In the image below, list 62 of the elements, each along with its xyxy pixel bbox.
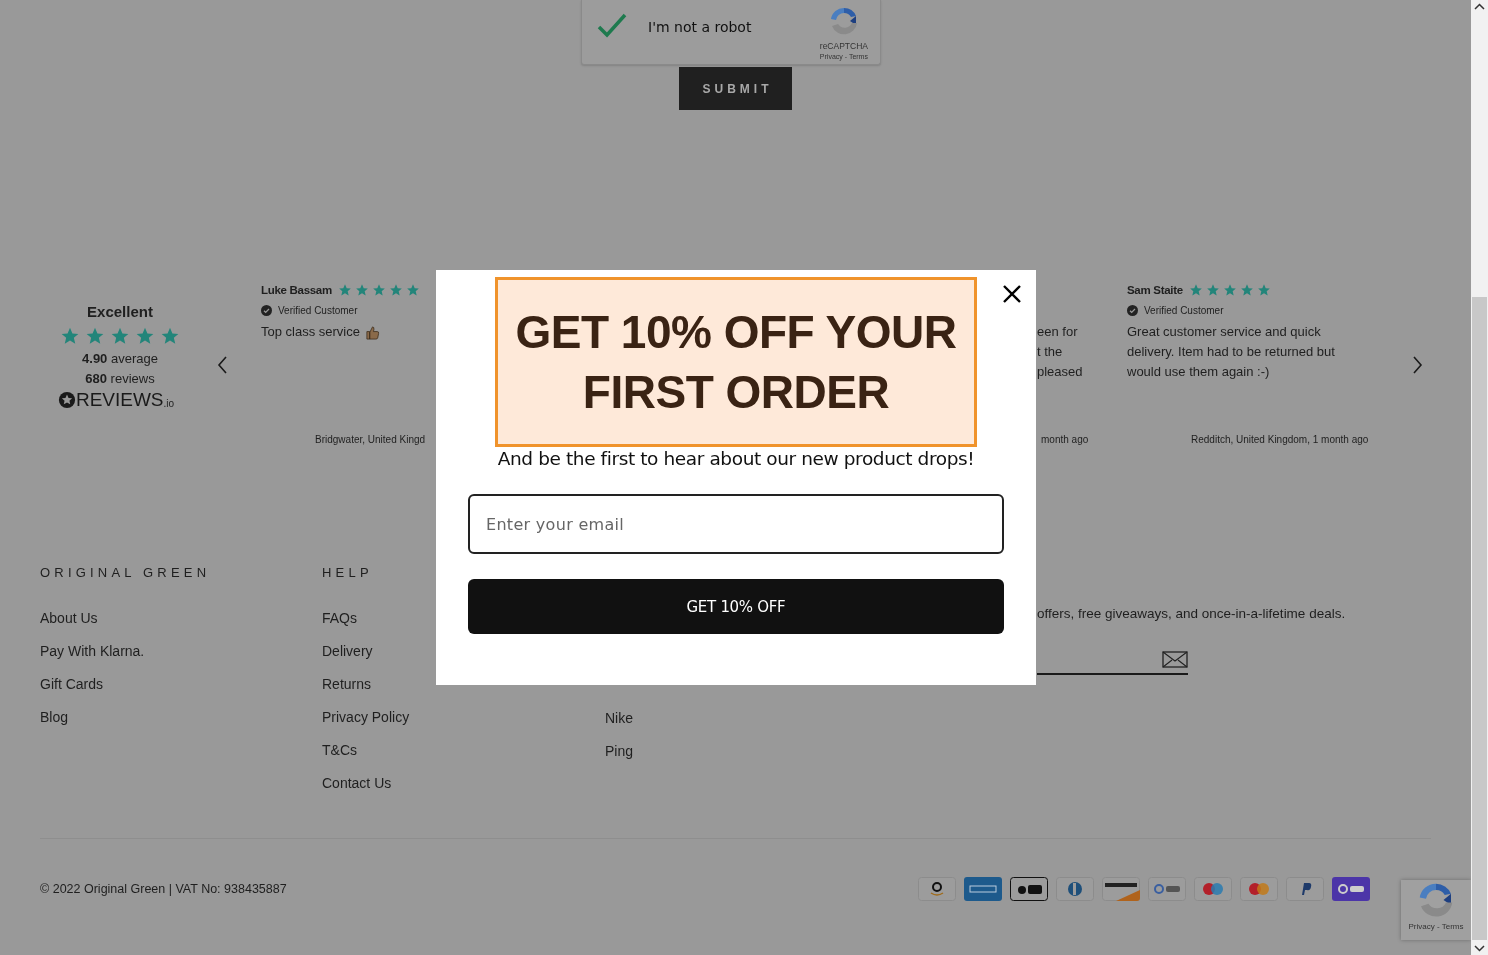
close-icon[interactable] [1002, 284, 1022, 304]
footer-link[interactable]: Pay With Klarna. [40, 635, 145, 668]
scroll-down-icon[interactable] [1474, 944, 1485, 952]
captcha-label: I'm not a robot [648, 19, 753, 35]
review-time: month ago [1040, 434, 1090, 445]
average-rating: 4.90 average [82, 351, 158, 366]
footer-heading: ORIGINAL GREEN [40, 565, 212, 581]
reviews-logo-suffix: .io [163, 397, 175, 409]
payment-card-icon [1148, 876, 1186, 901]
thumbs-up-icon [365, 324, 380, 340]
reviewer-name: Sam Staite [1127, 284, 1183, 296]
reviews-logo-text: REVIEWS [75, 389, 164, 411]
copyright-text: © 2022 Original Green | VAT No: 938435887 [40, 881, 288, 896]
checkmark-icon[interactable] [596, 12, 628, 40]
footer-link[interactable]: Delivery [322, 635, 373, 668]
review-text-fragment: t the [1037, 343, 1064, 361]
newsletter-text: offers, free giveaways, and once-in-a-lifetime deals. [1037, 606, 1347, 621]
verified-label: Verified Customer [278, 305, 358, 316]
star-circle-icon [57, 391, 76, 409]
footer-link[interactable]: Returns [322, 668, 372, 701]
payment-card-icon [964, 876, 1002, 901]
reviewer-name: Luke Bassam [261, 284, 332, 296]
captcha-brand: reCAPTCHA [819, 40, 868, 51]
payment-card-icon [1056, 876, 1094, 901]
offer-heading: GET 10% OFF YOUR FIRST ORDER [514, 305, 958, 420]
payment-card-icon [1102, 876, 1140, 901]
review-text-fragment: een for [1037, 323, 1079, 341]
payment-card-icon [1010, 876, 1048, 901]
review-text-fragment: pleased [1037, 363, 1084, 381]
verified-label: Verified Customer [1144, 305, 1224, 316]
payment-card-icon [1240, 876, 1278, 901]
badge-links[interactable]: Privacy - Terms [1408, 922, 1464, 931]
review-text: Great customer service and quick delivery. Item had to be returned but would use them again :-) [1127, 323, 1336, 381]
review-text: Top class service [261, 323, 360, 341]
payment-card-icon [1332, 876, 1370, 901]
footer-link[interactable]: Nike [605, 702, 633, 735]
scroll-up-icon[interactable] [1474, 3, 1485, 11]
footer-heading: HELP [322, 565, 374, 581]
footer-link[interactable]: FAQs [322, 602, 357, 635]
verified-badge-icon [261, 305, 272, 316]
payment-card-icon [918, 876, 956, 901]
footer-link[interactable]: T&Cs [322, 734, 357, 767]
review-location: Bridgwater, United Kingd [314, 434, 427, 445]
submit-button[interactable]: SUBMIT [679, 67, 792, 110]
footer-link[interactable]: Ping [605, 735, 634, 768]
envelope-icon[interactable] [1162, 650, 1188, 668]
get-discount-button[interactable]: GET 10% OFF [468, 579, 1004, 634]
review-location: Redditch, United Kingdom, 1 month ago [1190, 434, 1370, 445]
offer-subheading: And be the first to hear about our new product drops! [497, 448, 975, 469]
scrollbar-thumb[interactable] [1472, 297, 1487, 940]
payment-card-icon [1194, 876, 1232, 901]
scrollbar[interactable] [1471, 0, 1488, 955]
review-count: 680 reviews [85, 371, 155, 386]
footer-link[interactable]: Gift Cards [40, 668, 103, 701]
footer-link[interactable]: About Us [40, 602, 98, 635]
verified-badge-icon [1127, 305, 1138, 316]
footer-link[interactable]: Privacy Policy [322, 701, 410, 734]
footer-link[interactable]: Blog [40, 701, 69, 734]
footer-link[interactable]: Contact Us [322, 767, 392, 800]
rating-word: Excellent [87, 303, 153, 320]
payment-card-icon [1286, 876, 1324, 901]
email-field[interactable]: Enter your email [468, 494, 1004, 554]
